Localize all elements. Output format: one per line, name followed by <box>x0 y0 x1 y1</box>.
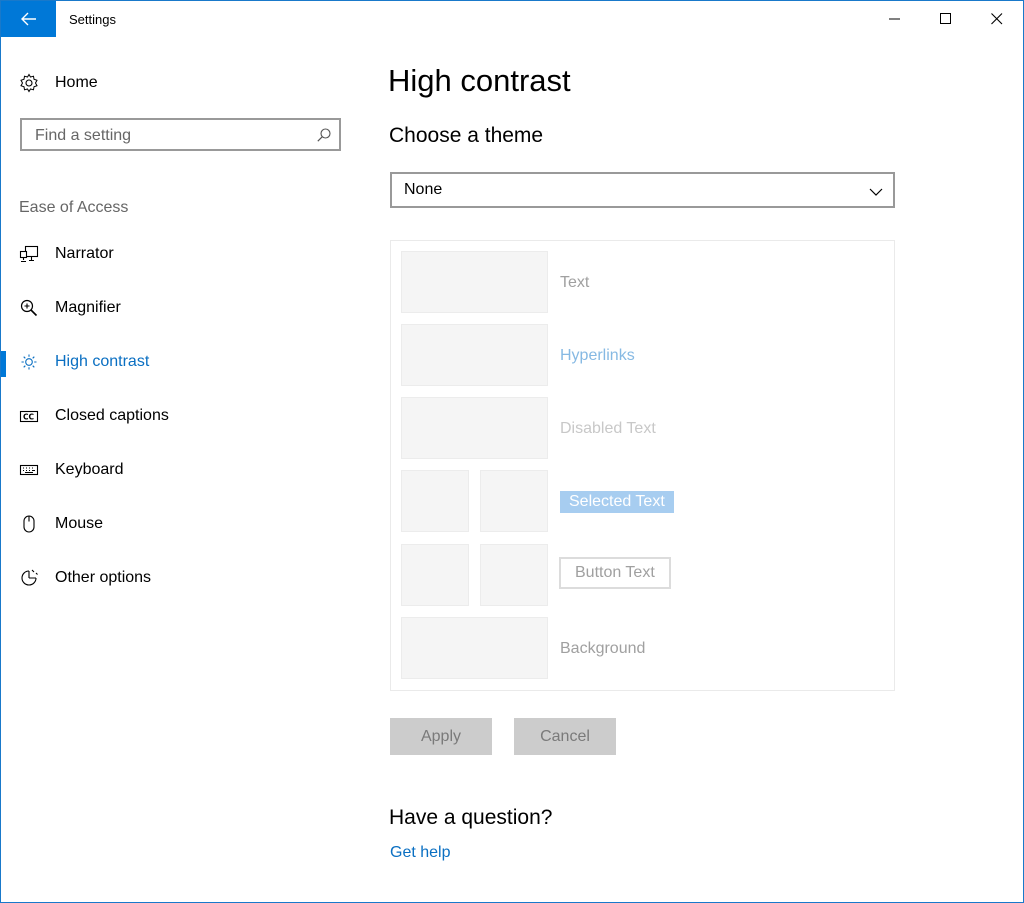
chevron-down-icon <box>869 184 883 202</box>
app-title: Settings <box>69 12 116 27</box>
sidebar-item-high-contrast[interactable]: High contrast <box>1 342 361 382</box>
theme-heading: Choose a theme <box>389 124 544 147</box>
sidebar-item-label: Other options <box>55 569 152 586</box>
brightness-icon <box>19 352 39 372</box>
active-indicator <box>1 351 6 377</box>
narrator-icon <box>19 244 39 264</box>
question-heading: Have a question? <box>389 806 553 829</box>
sidebar-item-other-options[interactable]: Other options <box>1 558 361 598</box>
sidebar-item-label: Home <box>55 74 98 91</box>
hyperlink-color-swatch <box>401 324 548 386</box>
disabled-text-color-swatch <box>401 397 548 459</box>
theme-selected-value: None <box>404 181 443 198</box>
apply-button[interactable]: Apply <box>390 718 492 755</box>
sidebar-item-mouse[interactable]: Mouse <box>1 504 361 544</box>
title-bar: Settings <box>1 1 1023 37</box>
minimize-icon <box>889 18 900 20</box>
sidebar-item-label: Magnifier <box>55 299 121 316</box>
preview-hyperlinks-label: Hyperlinks <box>560 347 635 364</box>
button-text-bg-swatch <box>480 544 548 606</box>
selected-text-bg-swatch <box>480 470 548 532</box>
sidebar-item-label: Mouse <box>55 515 104 532</box>
cancel-button[interactable]: Cancel <box>514 718 616 755</box>
theme-preview: Text Hyperlinks Disabled Text Selected T… <box>390 240 895 691</box>
keyboard-icon <box>19 460 39 480</box>
preview-selected-text-label: Selected Text <box>560 491 674 513</box>
magnifier-icon <box>19 298 39 318</box>
text-color-swatch <box>401 251 548 313</box>
search-box[interactable] <box>20 118 341 151</box>
preview-text-label: Text <box>560 274 590 291</box>
svg-text:CC: CC <box>23 413 35 422</box>
sidebar-item-closed-captions[interactable]: CC Closed captions <box>1 396 361 436</box>
closed-captions-icon: CC <box>19 406 39 426</box>
back-button[interactable] <box>1 1 56 37</box>
sidebar-item-home[interactable]: Home <box>1 63 361 103</box>
settings-window: Settings Home Find a setting Ease of Acc… <box>0 0 1024 903</box>
sidebar-item-magnifier[interactable]: Magnifier <box>1 288 361 328</box>
maximize-button[interactable] <box>920 1 972 37</box>
theme-dropdown[interactable]: None <box>390 172 895 208</box>
search-input[interactable] <box>33 125 307 147</box>
get-help-link[interactable]: Get help <box>390 844 450 862</box>
button-text-fg-swatch <box>401 544 469 606</box>
sidebar-item-label: Keyboard <box>55 461 124 478</box>
page-title: High contrast <box>388 63 571 98</box>
preview-disabled-text-label: Disabled Text <box>560 420 656 437</box>
maximize-icon <box>940 13 951 24</box>
sidebar-item-narrator[interactable]: Narrator <box>1 234 361 274</box>
sidebar-item-label: High contrast <box>55 353 150 370</box>
group-label: Ease of Access <box>19 199 129 216</box>
mouse-icon <box>19 514 39 534</box>
other-options-icon <box>19 568 39 588</box>
minimize-button[interactable] <box>869 1 921 37</box>
background-color-swatch <box>401 617 548 679</box>
search-icon[interactable] <box>317 128 331 147</box>
preview-button-text-label: Button Text <box>559 557 671 589</box>
selected-text-fg-swatch <box>401 470 469 532</box>
close-icon <box>991 13 1003 25</box>
sidebar-item-label: Closed captions <box>55 407 169 424</box>
close-button[interactable] <box>971 1 1023 37</box>
sidebar: Home Ease of Access Narrator <box>1 37 361 902</box>
gear-icon <box>19 73 39 93</box>
sidebar-item-label: Narrator <box>55 245 114 262</box>
back-arrow-icon <box>20 12 36 26</box>
preview-background-label: Background <box>560 640 646 657</box>
sidebar-item-keyboard[interactable]: Keyboard <box>1 450 361 490</box>
